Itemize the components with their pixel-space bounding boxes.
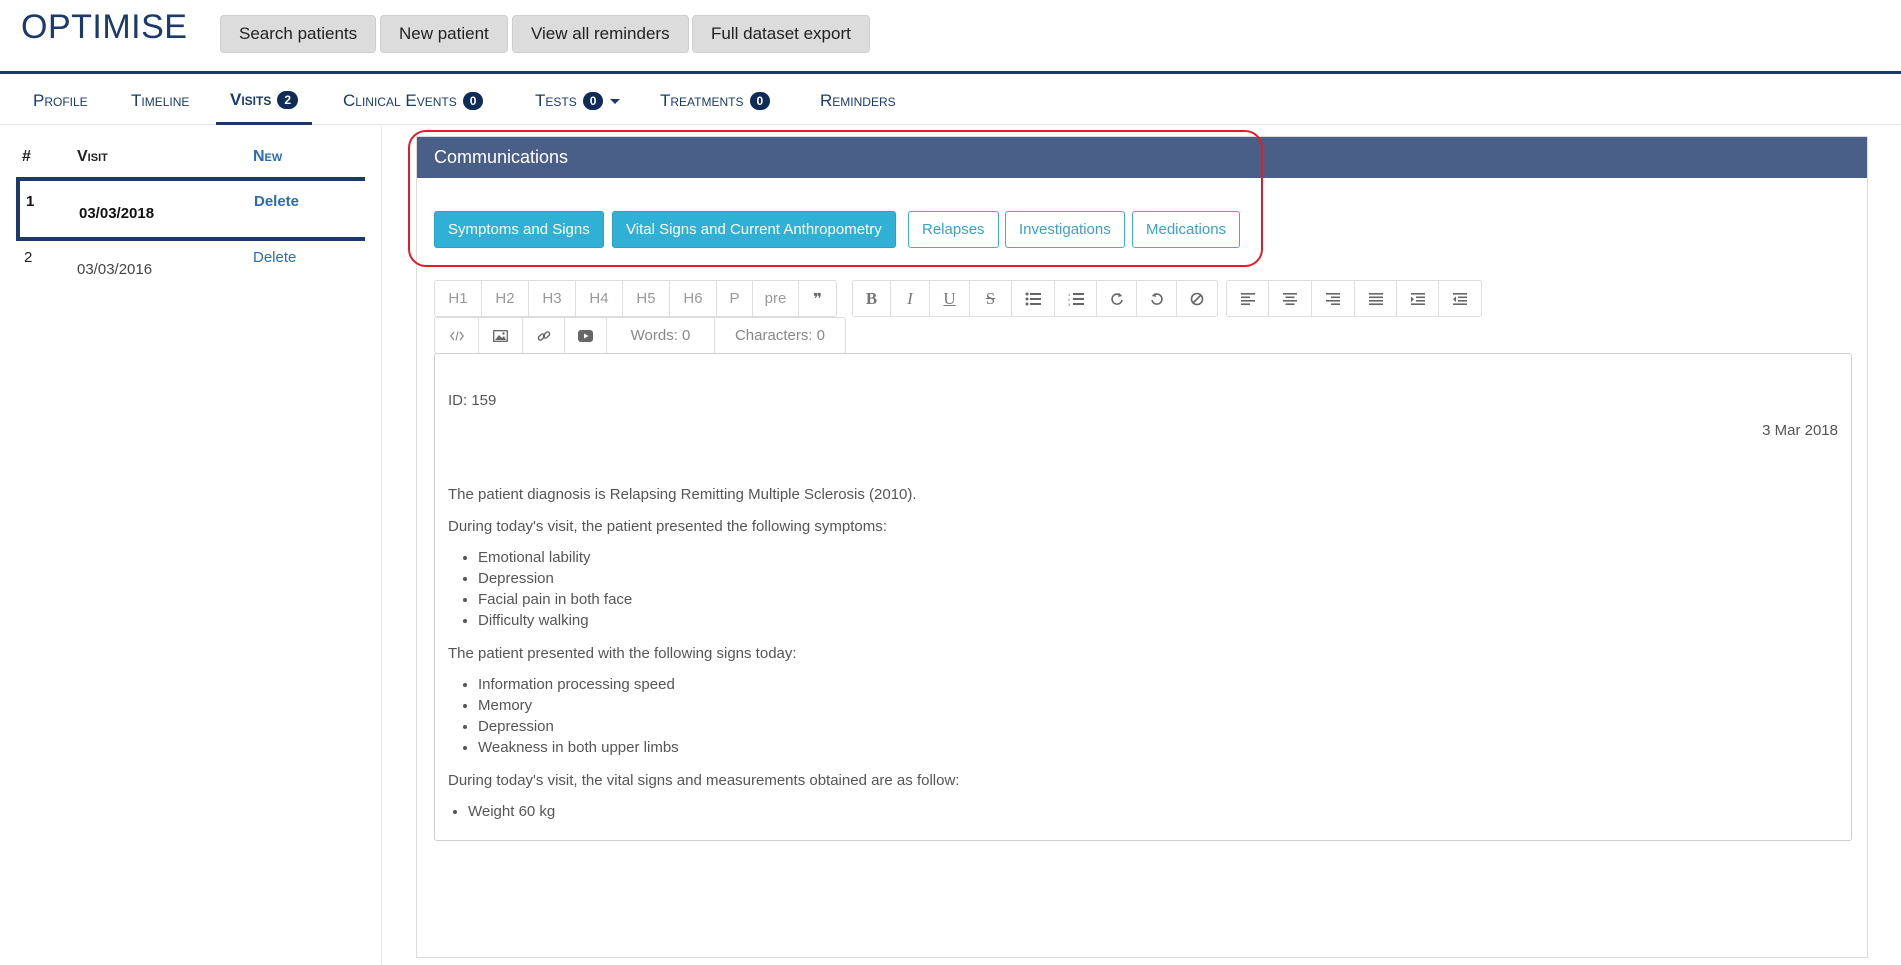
column-header-number: # <box>22 148 31 165</box>
search-patients-button[interactable]: Search patients <box>220 15 377 53</box>
visit-date: 03/03/2018 <box>79 205 155 222</box>
vitals-intro: During today's visit, the vital signs an… <box>448 772 960 789</box>
format-toolbar-group: B I U S 123 <box>852 280 1218 317</box>
visit-date: 03/03/2016 <box>77 261 153 278</box>
h4-button[interactable]: H4 <box>576 281 623 316</box>
insert-toolbar-group: Words: 0 Characters: 0 <box>434 317 846 354</box>
image-icon[interactable] <box>479 318 523 353</box>
h2-button[interactable]: H2 <box>482 281 529 316</box>
list-item: Emotional lability <box>478 547 632 568</box>
diagnosis-paragraph: The patient diagnosis is Relapsing Remit… <box>448 486 917 503</box>
chevron-down-icon <box>610 98 621 104</box>
align-justify-icon[interactable] <box>1355 281 1397 316</box>
character-count: Characters: 0 <box>734 327 826 344</box>
symptoms-intro: During today's visit, the patient presen… <box>448 518 887 535</box>
outdent-icon[interactable] <box>1439 281 1481 316</box>
visit-row[interactable]: 1 03/03/2018 Delete <box>16 177 365 241</box>
top-bar: OPTIMISE Search patients New patient Vie… <box>0 0 1901 74</box>
list-item: Information processing speed <box>478 674 679 695</box>
new-visit-link[interactable]: New <box>253 148 282 166</box>
numbered-list-icon[interactable]: 123 <box>1055 281 1097 316</box>
signs-intro: The patient presented with the following… <box>448 645 797 662</box>
signs-list: Information processing speed Memory Depr… <box>448 674 679 758</box>
visits-list-panel: # Visit New 1 03/03/2018 Delete 2 03/03/… <box>0 126 382 965</box>
align-toolbar-group <box>1226 280 1482 317</box>
align-right-icon[interactable] <box>1312 281 1355 316</box>
undo-icon[interactable] <box>1137 281 1177 316</box>
patient-tabs: Profile Timeline Visits 2 Clinical Events… <box>0 77 1901 125</box>
medications-button[interactable]: Medications <box>1132 211 1241 248</box>
tab-reminders[interactable]: Reminders <box>806 77 910 125</box>
symptoms-and-signs-button[interactable]: Symptoms and Signs <box>434 211 604 248</box>
indent-icon[interactable] <box>1397 281 1439 316</box>
paragraph-button[interactable]: P <box>717 281 753 316</box>
list-item: Depression <box>478 568 632 589</box>
tab-profile[interactable]: Profile <box>19 77 102 125</box>
tab-visits[interactable]: Visits 2 <box>216 77 313 125</box>
delete-visit-link[interactable]: Delete <box>254 193 299 210</box>
visit-row[interactable]: 2 03/03/2016 Delete <box>16 241 365 305</box>
tests-count-badge: 0 <box>582 92 604 110</box>
delete-visit-link[interactable]: Delete <box>253 249 296 266</box>
h5-button[interactable]: H5 <box>623 281 670 316</box>
tab-timeline[interactable]: Timeline <box>117 77 203 125</box>
clear-format-icon[interactable] <box>1177 281 1217 316</box>
h3-button[interactable]: H3 <box>529 281 576 316</box>
list-item: Difficulty walking <box>478 610 632 631</box>
align-left-icon[interactable] <box>1227 281 1269 316</box>
code-icon[interactable] <box>435 318 479 353</box>
align-center-icon[interactable] <box>1269 281 1312 316</box>
column-header-visit: Visit <box>77 148 108 165</box>
list-item: Memory <box>478 695 679 716</box>
redo-icon[interactable] <box>1097 281 1137 316</box>
vital-signs-button[interactable]: Vital Signs and Current Anthropometry <box>612 211 896 248</box>
letter-date: 3 Mar 2018 <box>1762 422 1838 439</box>
strikethrough-icon[interactable]: S <box>970 281 1012 316</box>
video-icon[interactable] <box>565 318 607 353</box>
h1-button[interactable]: H1 <box>435 281 482 316</box>
visits-count-badge: 2 <box>277 90 299 109</box>
app-logo[interactable]: OPTIMISE <box>21 8 187 47</box>
relapses-button[interactable]: Relapses <box>908 211 999 248</box>
bullet-list-icon[interactable] <box>1012 281 1055 316</box>
tab-clinical-events[interactable]: Clinical Events 0 <box>329 77 497 125</box>
tab-tests[interactable]: Tests 0 <box>521 77 634 125</box>
visit-number: 2 <box>24 249 33 266</box>
h6-button[interactable]: H6 <box>670 281 717 316</box>
link-icon[interactable] <box>523 318 565 353</box>
communication-editor[interactable]: ID: 159 3 Mar 2018 The patient diagnosis… <box>434 353 1852 841</box>
preformatted-button[interactable]: pre <box>753 281 799 316</box>
treatments-count-badge: 0 <box>749 92 771 110</box>
vitals-list: Weight 60 kg <box>460 801 555 822</box>
italic-icon[interactable]: I <box>891 281 930 316</box>
list-item: Depression <box>478 716 679 737</box>
underline-icon[interactable]: U <box>930 281 970 316</box>
visit-number: 1 <box>26 193 35 210</box>
bold-icon[interactable]: B <box>853 281 891 316</box>
svg-text:3: 3 <box>1068 302 1071 306</box>
tab-treatments[interactable]: Treatments 0 <box>646 77 784 125</box>
view-all-reminders-button[interactable]: View all reminders <box>512 15 689 53</box>
new-patient-button[interactable]: New patient <box>380 15 508 53</box>
patient-id-line: ID: 159 <box>448 392 497 409</box>
list-item: Weight 60 kg <box>468 801 555 822</box>
list-item: Facial pain in both face <box>478 589 632 610</box>
list-item: Weakness in both upper limbs <box>478 737 679 758</box>
heading-toolbar-group: H1 H2 H3 H4 H5 H6 P pre ❞ <box>434 280 837 317</box>
quote-icon[interactable]: ❞ <box>799 281 836 316</box>
investigations-button[interactable]: Investigations <box>1005 211 1125 248</box>
symptoms-list: Emotional lability Depression Facial pai… <box>448 547 632 631</box>
word-count: Words: 0 <box>607 318 715 353</box>
clinical-events-count-badge: 0 <box>462 92 484 110</box>
panel-title: Communications <box>417 137 1867 178</box>
full-dataset-export-button[interactable]: Full dataset export <box>692 15 870 53</box>
